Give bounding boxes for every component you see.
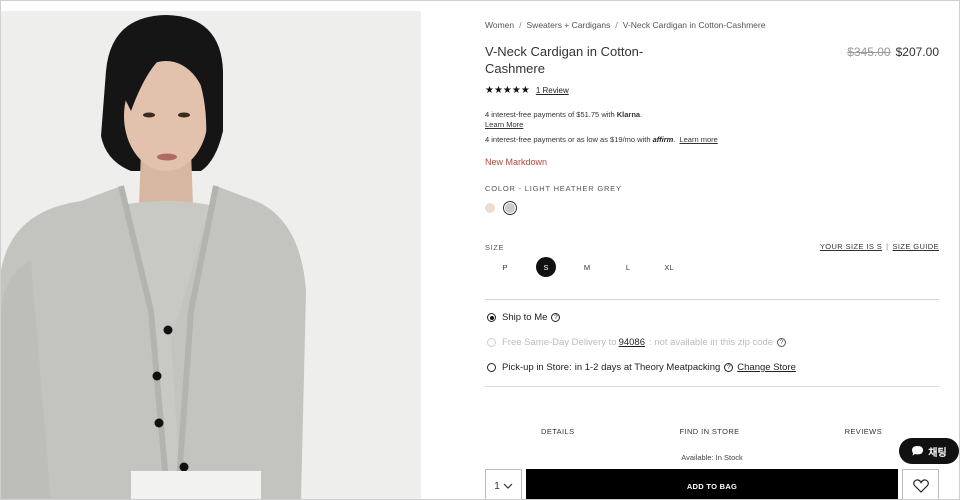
page-frame: Women / Sweaters + Cardigans / V-Neck Cardig… [0, 0, 960, 500]
size-option-s[interactable]: S [536, 257, 556, 277]
divider [485, 386, 939, 387]
size-option-l[interactable]: L [618, 257, 638, 277]
chat-label: 채팅 [928, 447, 947, 459]
size-guide-link[interactable]: SIZE GUIDE [892, 242, 939, 251]
pickup-label: Pick-up in Store: [502, 362, 572, 373]
pickup-option[interactable]: Pick-up in Store: in 1-2 days at Theory … [487, 362, 796, 373]
your-size-link[interactable]: YOUR SIZE IS S [820, 242, 882, 251]
breadcrumb-separator: / [615, 20, 618, 30]
change-store-link[interactable]: Change Store [737, 362, 796, 373]
heart-icon [912, 479, 929, 493]
chevron-down-icon [503, 483, 513, 489]
ship-to-me-label: Ship to Me [502, 312, 548, 323]
rating: ★★★★★ 1 Review [485, 85, 569, 96]
affirm-learn-more-link[interactable]: Learn more [679, 135, 717, 144]
size-links-divider: | [886, 242, 889, 251]
star-rating-icon: ★★★★★ [485, 85, 530, 96]
tab-details[interactable]: DETAILS [541, 427, 575, 436]
original-price: $345.00 [847, 45, 891, 59]
size-links: YOUR SIZE IS S | SIZE GUIDE [820, 242, 939, 251]
ship-to-me-radio[interactable] [487, 313, 496, 322]
wishlist-button[interactable] [902, 469, 939, 499]
size-selector: P S M L XL [495, 257, 700, 277]
markdown-label: New Markdown [485, 157, 548, 167]
size-label: SIZE [485, 243, 505, 252]
klarna-text: 4 interest-free payments of $51.75 with [485, 110, 617, 119]
tab-find-in-store[interactable]: FIND IN STORE [680, 427, 740, 436]
product-title: V-Neck Cardigan in Cotton-Cashmere [485, 44, 644, 76]
product-image[interactable] [1, 11, 421, 499]
help-icon[interactable]: ? [724, 363, 734, 372]
swatch-light-heather-grey[interactable] [503, 201, 517, 215]
affirm-logo: affirm [652, 135, 674, 144]
klarna-learn-more-link[interactable]: Learn More [485, 120, 642, 130]
add-to-bag-button[interactable]: ADD TO BAG [526, 469, 898, 499]
product-info: Women / Sweaters + Cardigans / V-Neck Cardig… [485, 1, 939, 499]
availability-status: Available: In Stock [681, 453, 743, 462]
klarna-brand: Klarna [616, 110, 641, 119]
affirm-punct: . [673, 135, 676, 144]
klarna-text-suffix: . [640, 110, 643, 119]
affirm-message: 4 interest-free payments or as low as $1… [485, 135, 718, 144]
pickup-detail: in 1-2 days at Theory Meatpacking [574, 362, 721, 373]
help-icon[interactable]: ? [777, 338, 787, 347]
size-option-m[interactable]: M [577, 257, 597, 277]
same-day-unavailable: : not available in this zip code [648, 337, 774, 348]
swatch-beige[interactable] [485, 203, 495, 213]
divider [485, 299, 939, 300]
breadcrumb-current[interactable]: V-Neck Cardigan in Cotton-Cashmere [623, 20, 766, 30]
ship-to-me-option[interactable]: Ship to Me ? [487, 312, 561, 323]
color-swatches [485, 201, 517, 215]
sale-price: $207.00 [895, 45, 939, 59]
quantity-value: 1 [494, 480, 500, 492]
chat-button[interactable]: 채팅 [899, 438, 959, 464]
color-label: COLOR - LIGHT HEATHER GREY [485, 184, 622, 193]
size-option-xl[interactable]: XL [659, 257, 679, 277]
breadcrumb-women[interactable]: Women [485, 20, 514, 30]
breadcrumb: Women / Sweaters + Cardigans / V-Neck Cardig… [485, 20, 765, 30]
same-day-radio [487, 338, 496, 347]
affirm-text: 4 interest-free payments or as low as $1… [485, 135, 653, 144]
price-block: $345.00 $207.00 [847, 45, 939, 59]
reviews-link[interactable]: 1 Review [536, 86, 569, 95]
quantity-select[interactable]: 1 [485, 469, 522, 499]
help-icon[interactable]: ? [551, 313, 561, 322]
breadcrumb-sweaters-cardigans[interactable]: Sweaters + Cardigans [527, 20, 611, 30]
pickup-radio[interactable] [487, 363, 496, 372]
same-day-option: Free Same-Day Delivery to 94086 : not av… [487, 337, 787, 348]
breadcrumb-separator: / [519, 20, 522, 30]
chat-bubble-icon [912, 446, 924, 456]
klarna-message: 4 interest-free payments of $51.75 with … [485, 110, 642, 130]
product-tabs: DETAILS FIND IN STORE REVIEWS [485, 427, 939, 436]
same-day-label: Free Same-Day Delivery to [502, 337, 617, 348]
size-option-p[interactable]: P [495, 257, 515, 277]
zip-code-link[interactable]: 94086 [619, 337, 645, 348]
tab-reviews[interactable]: REVIEWS [845, 427, 882, 436]
